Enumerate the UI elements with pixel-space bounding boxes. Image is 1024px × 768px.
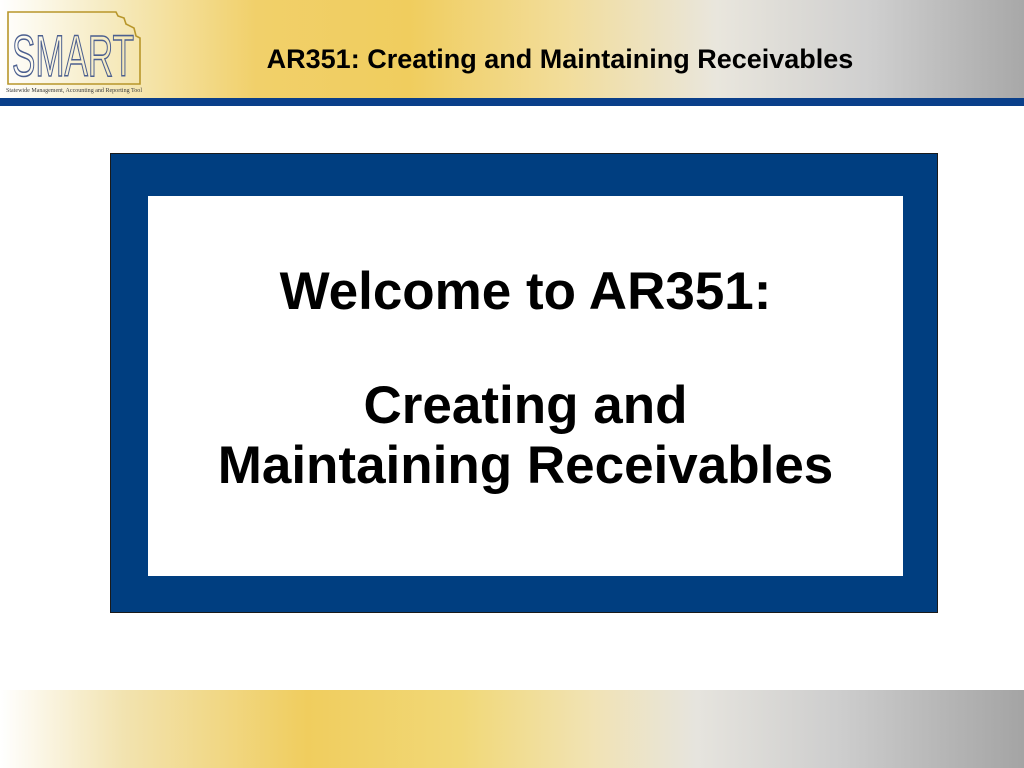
logo-wordmark: SMART [12, 24, 134, 89]
course-subtitle: Creating and Maintaining Receivables [148, 376, 903, 496]
title-frame: Welcome to AR351: Creating and Maintaini… [110, 153, 938, 613]
slide: SMART Statewide Management, Accounting a… [0, 0, 1024, 768]
logo-tagline: Statewide Management, Accounting and Rep… [6, 87, 142, 94]
smart-logo: SMART Statewide Management, Accounting a… [4, 6, 144, 94]
page-title: AR351: Creating and Maintaining Receivab… [266, 44, 854, 74]
title-panel: Welcome to AR351: Creating and Maintaini… [148, 196, 903, 576]
subtitle-line-2: Maintaining Receivables [217, 436, 834, 495]
subtitle-line-1: Creating and [363, 376, 688, 435]
welcome-heading: Welcome to AR351: [279, 262, 772, 321]
header-rule [0, 98, 1024, 106]
footer-band [0, 690, 1024, 768]
